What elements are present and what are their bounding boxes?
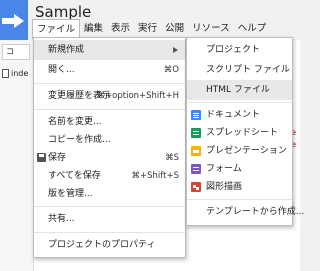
menu-divider bbox=[34, 83, 185, 84]
submenu-item-form[interactable]: フォーム bbox=[187, 159, 292, 179]
submenu-item-from-template-label: テンプレートから作成... bbox=[206, 207, 305, 217]
file-list-item[interactable]: inde bbox=[2, 66, 32, 82]
submenu-item-script-file-label: スクリプト ファイル bbox=[206, 65, 290, 75]
google-slides-icon bbox=[191, 146, 201, 156]
menu-divider bbox=[187, 102, 292, 103]
submenu-item-spreadsheet[interactable]: スプレッドシート bbox=[187, 123, 292, 143]
menu-item-project-properties-label: プロジェクトのプロパティ bbox=[48, 240, 156, 250]
shortcut-label: ⌘+Shift+S bbox=[131, 171, 179, 181]
submenu-item-presentation-label: プレゼンテーション bbox=[206, 146, 287, 156]
submenu-item-presentation[interactable]: プレゼンテーション bbox=[187, 141, 292, 161]
shortcut-label: ⌘+option+Shift+H bbox=[96, 91, 179, 101]
menu-item-rename-label: 名前を変更... bbox=[48, 117, 102, 127]
file-name: inde bbox=[11, 69, 29, 78]
menu-item-share-label: 共有... bbox=[48, 214, 75, 224]
menu-item-new-label: 新規作成 bbox=[48, 45, 85, 55]
menu-item-project-properties[interactable]: プロジェクトのプロパティ bbox=[34, 235, 185, 255]
submenu-item-form-label: フォーム bbox=[206, 164, 242, 174]
submenu-item-project[interactable]: プロジェクト bbox=[187, 40, 292, 60]
save-icon bbox=[37, 153, 46, 162]
menu-item-save-all[interactable]: すべてを保存 ⌘+Shift+S bbox=[34, 166, 185, 186]
submenu-item-drawing-label: 図形描画 bbox=[206, 182, 243, 192]
menu-item-open-label: 開く... bbox=[48, 65, 75, 75]
menu-divider bbox=[187, 199, 292, 200]
menu-resources[interactable]: リソース bbox=[188, 19, 234, 39]
submenu-item-document-label: ドキュメント bbox=[206, 110, 261, 120]
shortcut-label: ⌘O bbox=[163, 65, 179, 75]
menu-item-make-copy[interactable]: コピーを作成... bbox=[34, 130, 185, 150]
menu-edit[interactable]: 編集 bbox=[80, 19, 107, 39]
menu-item-save[interactable]: 保存 ⌘S bbox=[34, 148, 185, 168]
google-sheets-icon bbox=[191, 128, 201, 138]
menu-bar: ファイル 編集 表示 実行 公開 リソース ヘルプ bbox=[28, 19, 300, 39]
submenu-item-script-file[interactable]: スクリプト ファイル bbox=[187, 60, 292, 80]
code-tab-button[interactable]: コ bbox=[2, 44, 30, 60]
submenu-arrow-icon bbox=[173, 47, 178, 53]
submenu-item-html-file-label: HTML ファイル bbox=[206, 85, 270, 95]
submenu-item-html-file[interactable]: HTML ファイル bbox=[187, 80, 292, 100]
google-drawings-icon bbox=[191, 182, 201, 192]
menu-item-save-label: 保存 bbox=[48, 153, 67, 163]
shortcut-label: ⌘S bbox=[165, 153, 179, 163]
menu-item-manage-versions-label: 版を管理... bbox=[48, 189, 93, 199]
menu-item-manage-versions[interactable]: 版を管理... bbox=[34, 184, 185, 204]
code-tab-label: コ bbox=[6, 47, 14, 56]
arrow-right-icon bbox=[2, 14, 24, 28]
menu-item-open[interactable]: 開く... ⌘O bbox=[34, 60, 185, 80]
menu-item-share[interactable]: 共有... bbox=[34, 209, 185, 229]
menu-item-new[interactable]: 新規作成 bbox=[34, 40, 185, 60]
submenu-item-from-template[interactable]: テンプレートから作成... bbox=[187, 202, 304, 222]
menu-divider bbox=[34, 232, 185, 233]
apps-script-logo[interactable] bbox=[0, 0, 28, 40]
menu-file[interactable]: ファイル bbox=[32, 19, 81, 39]
submenu-item-project-label: プロジェクト bbox=[206, 45, 261, 55]
submenu-item-drawing[interactable]: 図形描画 bbox=[187, 177, 292, 197]
menu-item-rename[interactable]: 名前を変更... bbox=[34, 112, 185, 132]
submenu-item-spreadsheet-label: スプレッドシート bbox=[206, 128, 279, 138]
new-submenu: プロジェクト スクリプト ファイル HTML ファイル ドキュメント スプレッド… bbox=[186, 37, 304, 226]
menu-run[interactable]: 実行 bbox=[134, 19, 161, 39]
google-forms-icon bbox=[191, 164, 201, 174]
file-menu-dropdown: 新規作成 開く... ⌘O 変更履歴を表示 ⌘+option+Shift+H 名… bbox=[33, 37, 186, 258]
submenu-item-document[interactable]: ドキュメント bbox=[187, 105, 292, 125]
file-icon bbox=[2, 69, 9, 78]
menu-item-history[interactable]: 変更履歴を表示 ⌘+option+Shift+H bbox=[34, 86, 185, 106]
menu-item-make-copy-label: コピーを作成... bbox=[48, 135, 111, 145]
menu-help[interactable]: ヘルプ bbox=[234, 19, 271, 39]
menu-view[interactable]: 表示 bbox=[107, 19, 134, 39]
menu-divider bbox=[34, 206, 185, 207]
menu-divider bbox=[34, 109, 185, 110]
menu-item-save-all-label: すべてを保存 bbox=[48, 171, 101, 181]
menu-publish[interactable]: 公開 bbox=[161, 19, 188, 39]
google-docs-icon bbox=[191, 110, 201, 120]
